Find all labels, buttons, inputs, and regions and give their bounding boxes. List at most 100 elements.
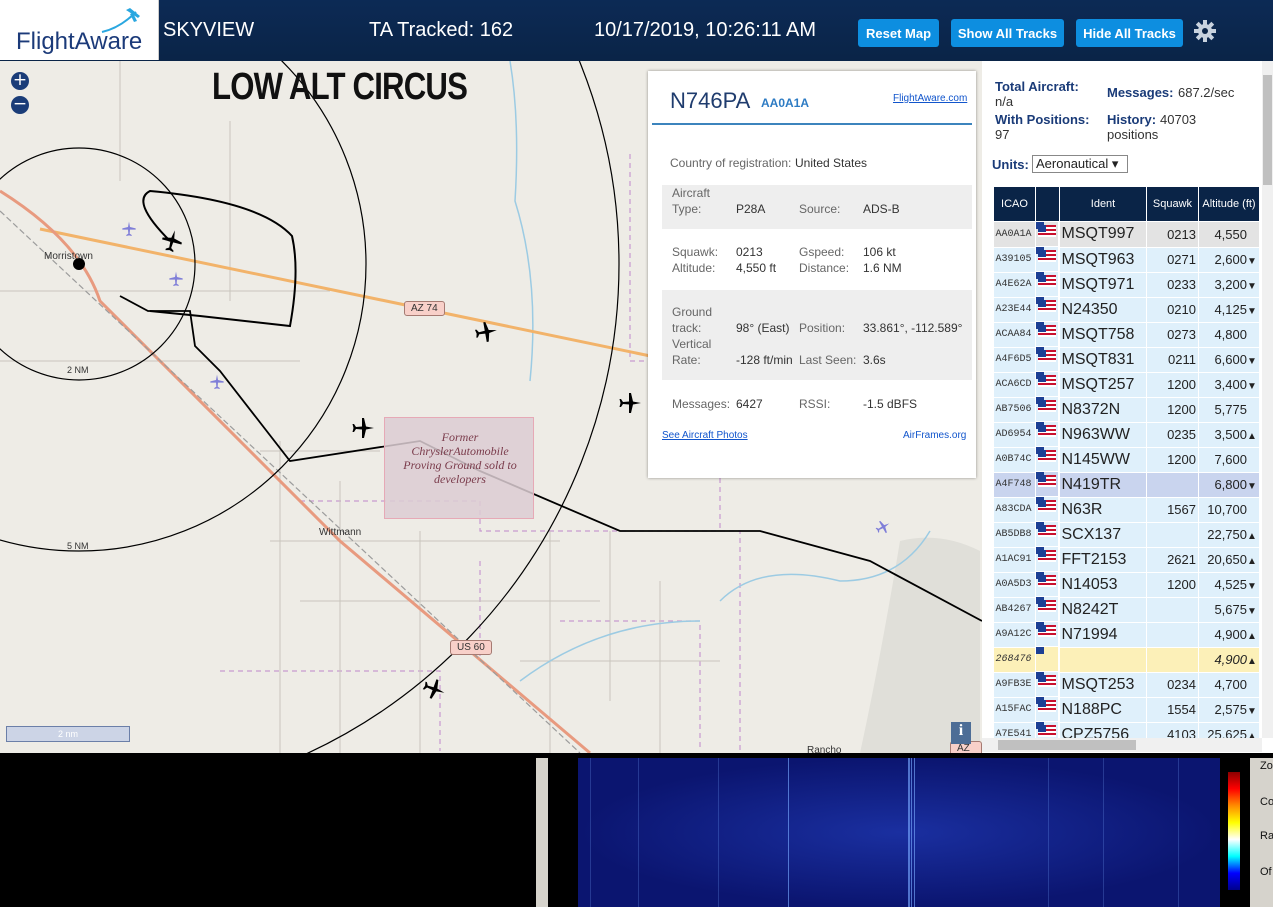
- row-ident: N8242T: [1059, 597, 1147, 623]
- flag-cell: [1036, 297, 1059, 322]
- row-squawk: [1146, 472, 1199, 498]
- table-row[interactable]: A4E62A MSQT971 0233 3,200▼: [993, 272, 1260, 298]
- aircraft-photos-link[interactable]: See Aircraft Photos: [662, 430, 748, 441]
- top-header: FlightAware SKYVIEW TA Tracked: 162 10/1…: [0, 0, 1273, 61]
- circuit-track: [142, 189, 297, 328]
- table-row[interactable]: A9A12C N71994 4,900▲: [993, 622, 1260, 648]
- row-altitude: 3,400: [1214, 377, 1247, 392]
- aircraft-icon[interactable]: [618, 391, 642, 415]
- hide-all-tracks-button[interactable]: Hide All Tracks: [1076, 19, 1183, 47]
- zoom-out-button[interactable]: −: [11, 96, 29, 114]
- table-row[interactable]: A9FB3E MSQT253 0234 4,700: [993, 672, 1260, 698]
- row-ident: MSQT831: [1059, 347, 1147, 373]
- flag-cell: [1036, 572, 1059, 597]
- aircraft-icon[interactable]: [351, 416, 375, 440]
- messages-rate-value: 687.2/sec: [1178, 85, 1235, 100]
- row-altitude: 3,500: [1214, 427, 1247, 442]
- proving-ground-label: Former ChryslerAutomobile Proving Ground…: [403, 430, 517, 486]
- aircraft-icon-faded[interactable]: [168, 271, 184, 287]
- vertical-scroll-thumb[interactable]: [1263, 75, 1272, 185]
- row-ident: N419TR: [1059, 472, 1147, 498]
- overlay-title: LOW ALT CIRCUS: [212, 66, 468, 108]
- altitude-trend-icon: ▼: [1247, 356, 1257, 367]
- popup-hex[interactable]: AA0A1A: [761, 96, 809, 110]
- row-icao: AA0A1A: [993, 221, 1036, 248]
- row-icao: AD6954: [993, 422, 1036, 448]
- logo-text: FlightAware: [16, 28, 143, 55]
- row-icao: 268476: [993, 647, 1036, 673]
- table-row[interactable]: A83CDA N63R 1567 10,700: [993, 497, 1260, 523]
- altitude-cell: 4,525▼: [1198, 572, 1260, 598]
- horizontal-scroll-thumb[interactable]: [998, 740, 1136, 750]
- row-squawk: 1200: [1146, 372, 1199, 398]
- squawk-value: 0213: [736, 245, 763, 259]
- aircraft-icon-selected[interactable]: [160, 229, 184, 253]
- aircraft-icon-faded[interactable]: [875, 519, 891, 535]
- us-flag-icon: [1038, 424, 1056, 437]
- zoom-in-button[interactable]: +: [11, 72, 29, 90]
- table-row[interactable]: A1AC91 FFT2153 2621 20,650▲: [993, 547, 1260, 573]
- track-value: 98° (East): [736, 321, 790, 335]
- gear-icon[interactable]: [1193, 19, 1217, 43]
- row-altitude: 6,800: [1214, 477, 1247, 492]
- row-altitude: 4,125: [1214, 302, 1247, 317]
- altitude-cell: 4,900▲: [1198, 622, 1260, 648]
- table-row[interactable]: A0A5D3 N14053 1200 4,525▼: [993, 572, 1260, 598]
- aircraft-icon[interactable]: [422, 677, 446, 701]
- table-row[interactable]: A0B74C N145WW 1200 7,600: [993, 447, 1260, 473]
- row-squawk: 0213: [1146, 221, 1199, 248]
- table-row[interactable]: AB7506 N8372N 1200 5,775: [993, 397, 1260, 423]
- info-button[interactable]: i: [951, 722, 971, 744]
- datetime-display: 10/17/2019, 10:26:11 AM: [594, 19, 817, 41]
- aircraft-icon-faded[interactable]: [209, 374, 225, 390]
- flightaware-link[interactable]: FlightAware.com: [893, 93, 967, 104]
- table-row[interactable]: A23E44 N24350 0210 4,125▼: [993, 297, 1260, 323]
- table-row[interactable]: AB5DB8 SCX137 22,750▲: [993, 522, 1260, 548]
- row-altitude: 2,600: [1214, 252, 1247, 267]
- table-row[interactable]: A4F748 N419TR 6,800▼: [993, 472, 1260, 498]
- source-value: ADS-B: [863, 202, 900, 216]
- row-ident: N63R: [1059, 497, 1147, 523]
- us-flag-icon: [1038, 374, 1056, 387]
- units-select[interactable]: Aeronautical ▾: [1032, 155, 1128, 173]
- messages-label: Messages:: [672, 397, 731, 411]
- altitude-cell: 6,600▼: [1198, 347, 1260, 373]
- table-row[interactable]: ACA6CD MSQT257 1200 3,400▼: [993, 372, 1260, 398]
- table-row[interactable]: AD6954 N963WW 0235 3,500▲: [993, 422, 1260, 448]
- col-ident[interactable]: Ident: [1059, 186, 1147, 222]
- row-icao: A4E62A: [993, 272, 1036, 298]
- total-aircraft-value: n/a: [995, 94, 1014, 109]
- aircraft-icon-faded[interactable]: [121, 221, 137, 237]
- gspeed-value: 106 kt: [863, 245, 896, 259]
- airframes-link[interactable]: AirFrames.org: [903, 430, 966, 441]
- row-ident: MSQT253: [1059, 672, 1147, 698]
- flag-cell: [1036, 672, 1059, 697]
- us-flag-icon: [1038, 299, 1056, 312]
- table-row[interactable]: ACAA84 MSQT758 0273 4,800: [993, 322, 1260, 348]
- reset-map-button[interactable]: Reset Map: [858, 19, 939, 47]
- track-label-2: track:: [672, 321, 702, 335]
- col-squawk[interactable]: Squawk: [1146, 186, 1199, 222]
- aircraft-icon[interactable]: [474, 320, 498, 344]
- row-ident: [1059, 647, 1147, 673]
- table-row[interactable]: A39105 MSQT963 0271 2,600▼: [993, 247, 1260, 273]
- table-row[interactable]: A4F6D5 MSQT831 0211 6,600▼: [993, 347, 1260, 373]
- panel-separator[interactable]: [536, 758, 548, 907]
- color-scale-bar: [1228, 772, 1240, 890]
- show-all-tracks-button[interactable]: Show All Tracks: [951, 19, 1064, 47]
- table-row[interactable]: A15FAC N188PC 1554 2,575▼: [993, 697, 1260, 723]
- altitude-trend-icon: ▲: [1247, 656, 1257, 667]
- flightaware-logo[interactable]: FlightAware: [0, 0, 159, 60]
- us-flag-icon: [1038, 249, 1056, 262]
- distance-label: Distance:: [799, 261, 850, 275]
- col-altitude[interactable]: Altitude (ft): [1198, 186, 1260, 222]
- signal-streak: [1103, 758, 1104, 907]
- altitude-trend-icon: ▲: [1247, 556, 1257, 567]
- table-row[interactable]: AB4267 N8242T 5,675▼: [993, 597, 1260, 623]
- table-row[interactable]: AA0A1A MSQT997 0213 4,550: [993, 221, 1260, 248]
- flag-cell: [1036, 372, 1059, 397]
- col-flag[interactable]: [1035, 186, 1060, 222]
- row-squawk: 0234: [1146, 672, 1199, 698]
- table-row[interactable]: 268476 4,900▲: [993, 647, 1260, 673]
- col-icao[interactable]: ICAO: [993, 186, 1036, 222]
